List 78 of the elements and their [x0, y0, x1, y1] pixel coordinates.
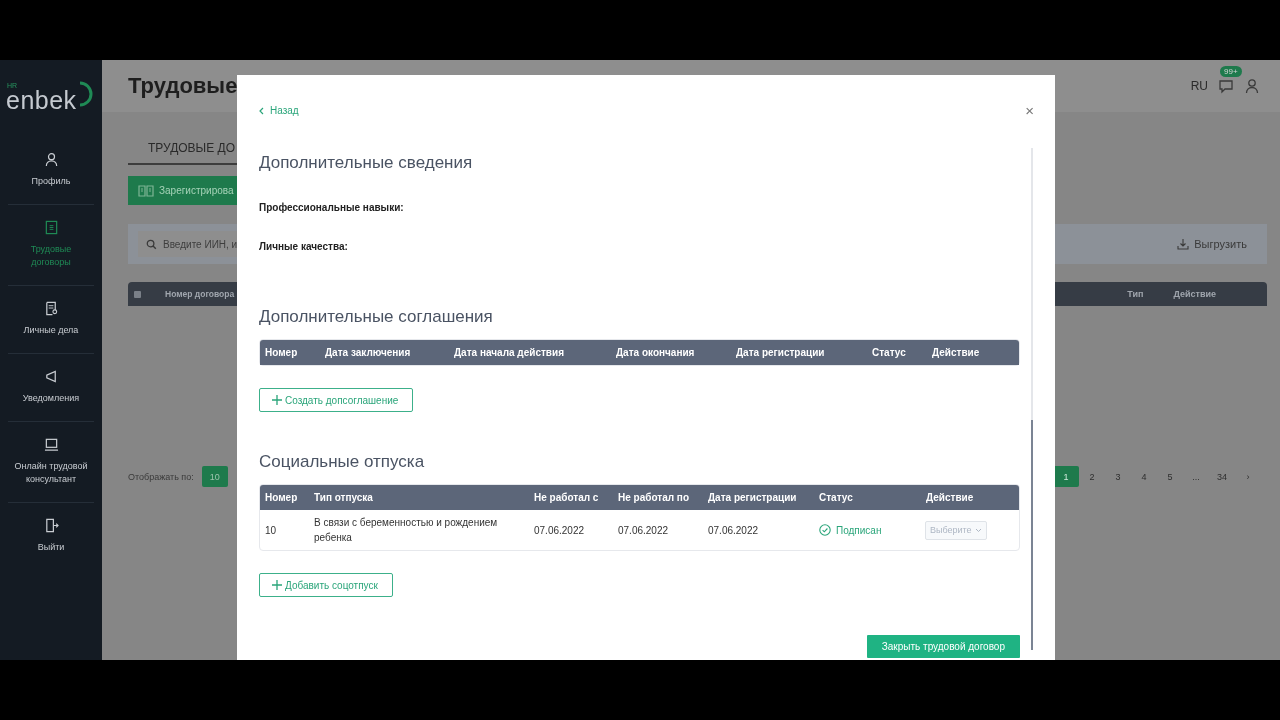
- page-button[interactable]: 34: [1209, 466, 1235, 487]
- column-header: Дата регистрации: [707, 492, 798, 503]
- section-title: Социальные отпуска: [259, 452, 426, 472]
- megaphone-icon: [43, 369, 59, 385]
- close-button[interactable]: ×: [1025, 103, 1034, 118]
- document-icon: [43, 220, 59, 236]
- column-header: Тип: [1127, 289, 1144, 299]
- user-icon[interactable]: [1244, 78, 1260, 94]
- column-header: Действие: [931, 347, 981, 358]
- field-label: Профессиональные навыки:: [259, 202, 405, 213]
- plus-icon: [272, 395, 282, 405]
- logo[interactable]: enbek: [6, 88, 77, 113]
- back-link[interactable]: Назад: [259, 105, 299, 116]
- column-header: Действие: [925, 492, 975, 503]
- sidebar-item-label: Личные дела: [22, 324, 80, 338]
- sidebar-item[interactable]: Профиль: [8, 137, 94, 206]
- scrollbar[interactable]: [1031, 148, 1033, 650]
- create-agreement-button[interactable]: Создать допсоглашение: [259, 388, 414, 412]
- column-header: Дата начала действия: [453, 347, 565, 358]
- user-icon: [43, 152, 59, 167]
- exit-icon: [43, 518, 59, 534]
- laptop-icon: [43, 437, 59, 453]
- sidebar-item-label: Профиль: [30, 175, 72, 188]
- page-button[interactable]: ...: [1183, 466, 1209, 487]
- sidebar-item[interactable]: Трудовые договоры: [8, 205, 94, 287]
- sidebar-item-label: Онлайн трудовой консультант: [13, 460, 89, 487]
- page-size-label: Отображать по:: [128, 471, 194, 482]
- page-button[interactable]: 5: [1157, 466, 1183, 487]
- table-cell-text: В связи с беременностью и рождением ребенка: [313, 516, 499, 545]
- column-header: Не работал с: [533, 492, 600, 503]
- sidebar-item-label: Трудовые договоры: [29, 243, 73, 270]
- field-label: Личные качества:: [259, 241, 349, 252]
- sidebar-item-label: Выйти: [36, 541, 66, 555]
- add-social-leave-button[interactable]: Добавить соцотпуск: [259, 573, 393, 597]
- section-title: Дополнительные сведения: [259, 153, 474, 173]
- column-header: Номер договора: [165, 289, 235, 299]
- column-header: Номер: [264, 492, 299, 503]
- close-contract-button[interactable]: Закрыть трудовой договор: [866, 635, 1020, 658]
- column-header: Дата регистрации: [735, 347, 826, 358]
- select-all-checkbox[interactable]: [134, 290, 141, 298]
- column-header: Действие: [1173, 289, 1216, 299]
- chevron-left-icon: [259, 106, 264, 115]
- export-button[interactable]: Выгрузить: [1177, 238, 1247, 250]
- search-icon: [146, 239, 157, 250]
- file-person-icon: [43, 301, 59, 317]
- sidebar-item-label: Уведомления: [21, 392, 81, 406]
- plus-icon: [272, 580, 282, 590]
- page-title: Трудовые: [128, 73, 238, 99]
- check-circle-icon: [819, 524, 831, 536]
- status-label: Подписан: [836, 524, 882, 536]
- section-title: Дополнительные соглашения: [259, 307, 494, 327]
- chevron-down-icon: [974, 527, 982, 533]
- table-cell-text: 07.06.2022: [707, 524, 760, 536]
- column-header: Тип отпуска: [313, 492, 374, 503]
- table-cell-text: 10: [264, 524, 278, 536]
- column-header: Дата заключения: [324, 347, 412, 358]
- column-header: Не работал по: [617, 492, 690, 503]
- sidebar-item[interactable]: Уведомления: [8, 354, 94, 423]
- chat-icon[interactable]: [1218, 78, 1234, 94]
- column-header: Номер: [264, 347, 299, 358]
- next-page-button[interactable]: ›: [1235, 466, 1261, 487]
- sidebar-item[interactable]: Выйти: [8, 503, 94, 571]
- language-label: RU: [1190, 79, 1208, 93]
- sidebar-item[interactable]: Личные дела: [8, 286, 94, 355]
- page-button[interactable]: 3: [1105, 466, 1131, 487]
- column-header: Статус: [818, 492, 854, 503]
- sidebar-item[interactable]: Онлайн трудовой консультант: [8, 422, 94, 504]
- page-button[interactable]: 4: [1131, 466, 1157, 487]
- table-cell-text: 07.06.2022: [533, 524, 586, 536]
- page-size-select[interactable]: 10: [201, 466, 228, 487]
- page-button[interactable]: 1: [1053, 466, 1079, 487]
- table-cell-text: 07.06.2022: [617, 524, 670, 536]
- notification-badge: 99+: [1220, 66, 1242, 77]
- column-header: Дата окончания: [615, 347, 696, 358]
- column-header: Статус: [871, 347, 907, 358]
- page-button[interactable]: 2: [1079, 466, 1105, 487]
- book-icon: [138, 184, 154, 197]
- download-icon: [1177, 238, 1190, 250]
